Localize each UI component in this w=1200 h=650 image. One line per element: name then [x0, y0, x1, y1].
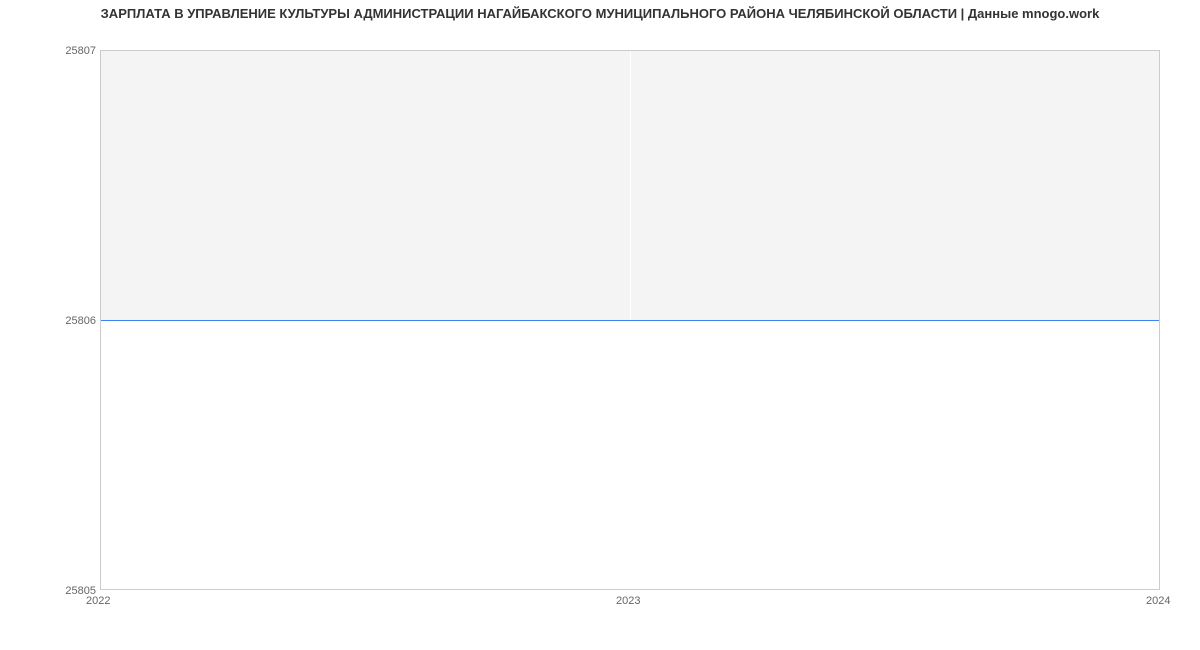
x-tick-left: 2022 [86, 596, 110, 607]
y-tick-mid: 25806 [6, 316, 96, 327]
salary-line-chart: ЗАРПЛАТА В УПРАВЛЕНИЕ КУЛЬТУРЫ АДМИНИСТР… [0, 0, 1200, 650]
x-tick-mid: 2023 [616, 596, 640, 607]
data-series-line [101, 320, 1159, 321]
y-tick-top: 25807 [6, 46, 96, 57]
plot-area [100, 50, 1160, 590]
y-tick-bottom: 25805 [6, 586, 96, 597]
chart-title: ЗАРПЛАТА В УПРАВЛЕНИЕ КУЛЬТУРЫ АДМИНИСТР… [0, 6, 1200, 21]
x-tick-right: 2024 [1146, 596, 1170, 607]
